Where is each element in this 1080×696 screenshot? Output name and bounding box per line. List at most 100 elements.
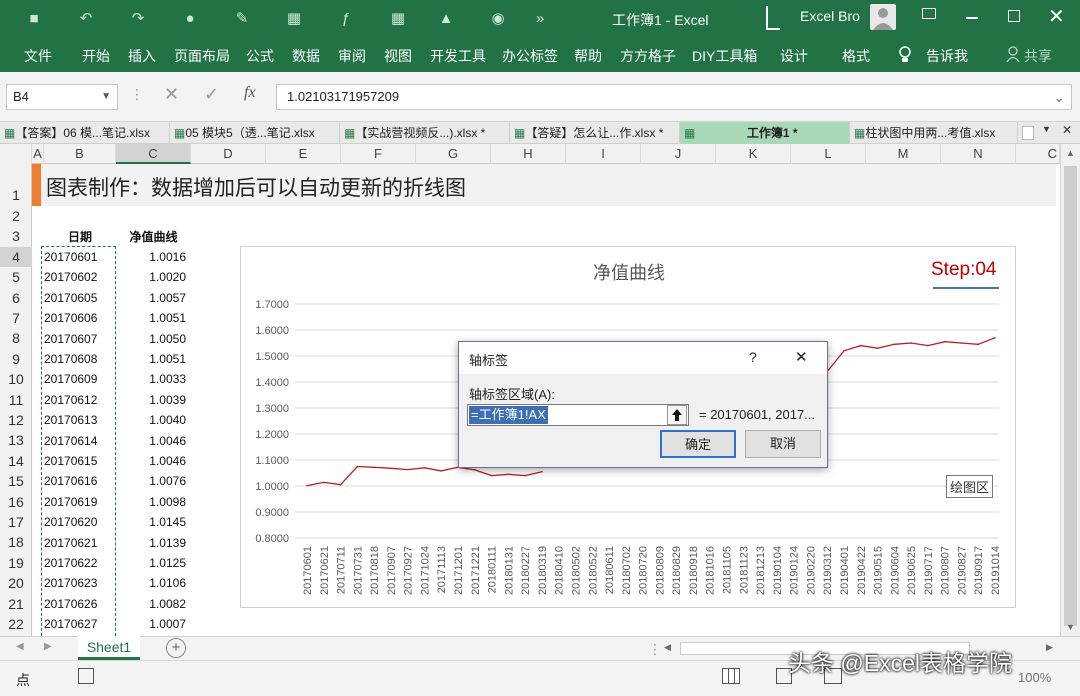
date-cell[interactable]: 20170608 [44, 349, 116, 369]
date-cell[interactable]: 20170602 [44, 267, 116, 287]
nav-cell[interactable]: 1.0050 [116, 329, 186, 349]
dialog-close-icon[interactable]: ✕ [795, 348, 808, 366]
collapse-dialog-icon[interactable] [667, 405, 687, 425]
nav-cell[interactable]: 1.0145 [116, 512, 186, 532]
nav-cell[interactable]: 1.0007 [116, 614, 186, 634]
fill-icon[interactable]: ◉ [488, 9, 508, 29]
tab-developer[interactable]: 开发工具 [430, 46, 486, 66]
document-tab[interactable]: ▦【实战营视频反...).xlsx * [340, 122, 510, 144]
tab-format[interactable]: 格式 [842, 46, 870, 66]
date-cell[interactable]: 20170609 [44, 369, 116, 389]
nav-cell[interactable]: 1.0040 [116, 410, 186, 430]
row-header[interactable]: 8 [0, 328, 32, 348]
name-box[interactable]: B4 ▼ [6, 84, 118, 110]
formula-input[interactable]: 1.02103171957209 ⌄ [276, 84, 1072, 110]
date-cell[interactable]: 20170616 [44, 471, 116, 491]
format-painter-icon[interactable]: ✎ [232, 9, 252, 29]
nav-cell[interactable]: 1.0076 [116, 471, 186, 491]
row-header[interactable]: 19 [0, 553, 32, 573]
tab-ffcell[interactable]: 方方格子 [620, 46, 676, 66]
document-tab[interactable]: ▦05 模块5（透...笔记.xlsx [170, 122, 340, 144]
hscroll-right-icon[interactable]: ▶ [1046, 642, 1053, 653]
select-all-corner[interactable] [0, 144, 32, 164]
drag-handle-icon[interactable]: ⋮ [130, 86, 144, 103]
share-button[interactable]: 共享 [1024, 46, 1052, 66]
scroll-down-icon[interactable]: ▼ [1066, 622, 1075, 632]
user-name[interactable]: Excel Bro [800, 8, 860, 24]
tab-design[interactable]: 设计 [780, 46, 808, 66]
hscroll-left-icon[interactable]: ◀ [664, 642, 671, 653]
expand-formula-icon[interactable]: ⌄ [1053, 85, 1065, 109]
nav-cell[interactable]: 1.0039 [116, 390, 186, 410]
nav-cell[interactable]: 1.0020 [116, 267, 186, 287]
row-header[interactable]: 2 [0, 206, 32, 226]
new-document-icon[interactable] [1022, 126, 1034, 140]
shape-icon[interactable]: ▲ [436, 9, 456, 29]
date-cell[interactable]: 20170605 [44, 288, 116, 308]
row-header[interactable]: 15 [0, 471, 32, 491]
range-input[interactable]: =工作簿1!AX [467, 404, 689, 426]
save-icon[interactable]: ■ [24, 9, 44, 29]
restore-ribbon-icon[interactable] [922, 8, 936, 19]
tell-me-search[interactable]: 告诉我 [926, 46, 968, 66]
column-header[interactable]: C [1016, 144, 1060, 164]
ok-button[interactable]: 确定 [660, 430, 736, 458]
maximize-icon[interactable] [1008, 10, 1020, 22]
insert-function-icon[interactable]: fx [244, 84, 256, 102]
column-header[interactable]: B [44, 144, 116, 164]
row-header[interactable]: 20 [0, 573, 32, 593]
normal-view-icon[interactable] [722, 668, 740, 684]
document-tab-active[interactable]: ▦ 工作簿1 * [680, 122, 850, 144]
formula-icon[interactable]: ƒ [336, 9, 356, 29]
row-header[interactable]: 10 [0, 369, 32, 389]
nav-cell[interactable]: 1.0051 [116, 308, 186, 328]
scroll-up-icon[interactable]: ▲ [1066, 148, 1075, 158]
tab-formulas[interactable]: 公式 [246, 46, 274, 66]
row-header[interactable]: 18 [0, 532, 32, 552]
tab-help[interactable]: 帮助 [574, 46, 602, 66]
date-cell[interactable]: 20170621 [44, 533, 116, 553]
nav-cell[interactable]: 1.0139 [116, 533, 186, 553]
tab-page-layout[interactable]: 页面布局 [174, 46, 230, 66]
date-cell[interactable]: 20170619 [44, 492, 116, 512]
nav-cell[interactable]: 1.0051 [116, 349, 186, 369]
cancel-button[interactable]: 取消 [745, 430, 821, 458]
add-sheet-icon[interactable]: + [166, 638, 186, 658]
nav-cell[interactable]: 1.0106 [116, 573, 186, 593]
sheet-tab-sheet1[interactable]: Sheet1 [78, 636, 140, 660]
grid-icon[interactable]: ▦ [388, 9, 408, 29]
row-header[interactable]: 6 [0, 288, 32, 308]
macro-record-icon[interactable] [78, 668, 94, 684]
row-header[interactable]: 21 [0, 594, 32, 614]
date-cell[interactable]: 20170607 [44, 329, 116, 349]
row-header[interactable]: 16 [0, 492, 32, 512]
column-header-selected[interactable]: C [116, 144, 191, 164]
date-cell[interactable]: 20170622 [44, 553, 116, 573]
close-icon[interactable]: ✕ [1048, 4, 1065, 29]
row-header[interactable]: 5 [0, 267, 32, 287]
date-cell[interactable]: 20170623 [44, 573, 116, 593]
tab-review[interactable]: 审阅 [338, 46, 366, 66]
column-header[interactable]: M [866, 144, 941, 164]
tab-diy-toolbox[interactable]: DIY工具箱 [692, 46, 757, 66]
nav-cell[interactable]: 1.0016 [116, 247, 186, 267]
header-date[interactable]: 日期 [44, 227, 116, 247]
zoom-level[interactable]: 100% [1018, 670, 1051, 685]
nav-cell[interactable]: 1.0125 [116, 553, 186, 573]
tab-split-handle-icon[interactable]: ⋮ [648, 641, 662, 658]
row-header[interactable]: 17 [0, 512, 32, 532]
date-cell[interactable]: 20170612 [44, 390, 116, 410]
column-header[interactable]: H [491, 144, 566, 164]
column-header[interactable]: K [716, 144, 791, 164]
tab-insert[interactable]: 插入 [128, 46, 156, 66]
date-cell[interactable]: 20170613 [44, 410, 116, 430]
row-header[interactable]: 3 [0, 226, 32, 246]
nav-cell[interactable]: 1.0046 [116, 431, 186, 451]
ribbon-display-icon[interactable] [766, 6, 780, 30]
nav-cell[interactable]: 1.0082 [116, 594, 186, 614]
row-header[interactable]: 12 [0, 410, 32, 430]
scroll-thumb[interactable] [1064, 166, 1077, 626]
camera-icon[interactable]: ● [180, 9, 200, 29]
date-cell[interactable]: 20170620 [44, 512, 116, 532]
nav-cell[interactable]: 1.0033 [116, 369, 186, 389]
